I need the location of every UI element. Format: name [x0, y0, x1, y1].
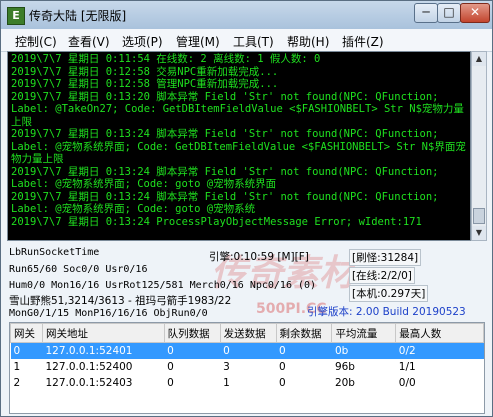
uptime: [本机:0.297天] [349, 285, 429, 302]
table-cell: 1/1 [398, 361, 416, 373]
table-cell: 0 [276, 342, 332, 359]
scroll-thumb[interactable] [473, 208, 485, 224]
menu-plugins[interactable]: 插件(Z) [342, 33, 384, 50]
main-window: E 传奇大陆 [无限版] ─ □ ✕ 控制(C) 查看(V) 选项(P) 管理(… [0, 0, 493, 417]
close-button[interactable]: ✕ [460, 3, 490, 23]
table-cell: 2 [13, 377, 21, 389]
log-line: 2019\7\7 星期日 0:12:58 管理NPC重新加载完成... [11, 78, 279, 90]
log-console[interactable]: 2019\7\7 星期日 0:11:54 在线数: 2 离线数: 1 假人数: … [7, 51, 471, 241]
maximize-button[interactable]: □ [437, 3, 461, 23]
table-cell: 0 [167, 361, 174, 373]
gateway-table[interactable]: 网关 网关地址 队列数据 发送数据 剩余数据 平均流量 最高人数 0 127.0… [9, 322, 485, 414]
menu-bar: 控制(C) 查看(V) 选项(P) 管理(M) 工具(T) 帮助(H) 插件(Z… [1, 29, 492, 52]
column-remaining-data[interactable]: 剩余数据 [275, 323, 333, 343]
table-cell: 0 [279, 361, 286, 373]
table-cell: 96b [334, 361, 355, 373]
monster-refresh: [刷怪:31284] [349, 249, 422, 266]
column-send-data[interactable]: 发送数据 [219, 323, 277, 343]
log-line: 2019\7\7 星期日 0:13:24 ProcessPlayObjectMe… [11, 215, 422, 228]
online-count: [在线:2/2/0] [349, 267, 415, 284]
hum-stats: Hum0/0 Mon16/16 UsrRot125/581 Merch0/16 … [9, 280, 317, 291]
column-max-users[interactable]: 最高人数 [395, 323, 484, 343]
column-queue-data[interactable]: 队列数据 [163, 323, 221, 343]
table-cell: 1 [13, 361, 21, 373]
column-average-traffic[interactable]: 平均流量 [331, 323, 397, 343]
table-cell: 0 [279, 377, 286, 389]
log-line: Label: @宠物系统界面; Code: goto @宠物系统界面 [11, 178, 277, 190]
log-line: 2019\7\7 星期日 0:13:24 脚本异常 Field 'Str' no… [11, 128, 439, 140]
menu-control[interactable]: 控制(C) [15, 33, 57, 50]
table-cell: 127.0.0.1:52401 [42, 342, 165, 359]
menu-options[interactable]: 选项(P) [122, 33, 163, 50]
table-header: 网关 网关地址 队列数据 发送数据 剩余数据 平均流量 最高人数 [10, 323, 484, 343]
table-cell: 0 [164, 342, 221, 359]
table-cell: 1 [223, 377, 230, 389]
run-stats: Run65/60 Soc0/0 Usr0/16 [9, 264, 148, 275]
mong-stats: MonG0/1/15 MonP16/16/16 ObjRun0/0 [9, 308, 208, 319]
app-icon: E [7, 7, 25, 25]
title-bar[interactable]: E 传奇大陆 [无限版] ─ □ ✕ [1, 1, 492, 29]
table-cell: 0 [167, 377, 174, 389]
log-line: 2019\7\7 星期日 0:13:24 脚本异常 Field 'Str' no… [11, 165, 439, 178]
log-scrollbar[interactable]: ▲ ▼ [471, 51, 487, 241]
window-title: 传奇大陆 [无限版] [29, 9, 127, 23]
table-cell: 0b [331, 342, 396, 359]
log-line: Label: @宠物系统界面; Code: GetDBItemFieldValu… [11, 140, 466, 166]
table-cell: 0 [10, 342, 43, 359]
table-cell: 20b [334, 377, 355, 389]
log-line: Label: @TakeOn27; Code: GetDBItemFieldVa… [11, 103, 464, 128]
engine-time: 引擎:0:10:59 [M][F] [209, 251, 309, 263]
table-row[interactable]: 1 127.0.0.1:52400 0 3 0 96b 1/1 [11, 359, 484, 375]
log-line: 2019\7\7 星期日 0:13:24 脚本异常 Field 'Str' no… [11, 190, 439, 203]
table-row[interactable]: 0 127.0.0.1:52401 0 0 0 0b 0/2 [10, 342, 484, 359]
column-gateway-address[interactable]: 网关地址 [41, 323, 165, 343]
table-cell: 127.0.0.1:52400 [45, 361, 133, 373]
log-line: Label: @宠物系统界面; Code: goto @宠物系统 [11, 203, 256, 215]
scroll-up-icon[interactable]: ▲ [472, 52, 486, 66]
scroll-down-icon[interactable]: ▼ [472, 226, 486, 240]
menu-view[interactable]: 查看(V) [68, 33, 110, 50]
column-gateway[interactable]: 网关 [10, 323, 43, 343]
table-cell: 0/0 [398, 377, 416, 389]
player-info: 雪山野熊51,3214/3613 - 祖玛弓箭手1983/22 [9, 295, 232, 307]
table-cell: 0 [220, 342, 277, 359]
menu-manage[interactable]: 管理(M) [176, 33, 220, 50]
menu-tools[interactable]: 工具(T) [233, 33, 274, 50]
log-line: 2019\7\7 星期日 0:11:54 在线数: 2 离线数: 1 假人数: … [11, 53, 321, 65]
table-cell: 0/2 [395, 342, 484, 359]
menu-help[interactable]: 帮助(H) [287, 33, 329, 50]
run-socket-label: LbRunSocketTime [9, 247, 100, 258]
log-line: 2019\7\7 星期日 0:12:58 交易NPC重新加载完成... [11, 65, 279, 78]
engine-build: 引擎版本: 2.00 Build 20190523 [307, 306, 466, 318]
table-cell: 127.0.0.1:52403 [45, 377, 133, 389]
table-cell: 3 [223, 361, 230, 373]
table-row[interactable]: 2 127.0.0.1:52403 0 1 0 20b 0/0 [11, 375, 484, 391]
minimize-button[interactable]: ─ [414, 3, 438, 23]
log-line: 2019\7\7 星期日 0:13:20 脚本异常 Field 'Str' no… [11, 90, 439, 103]
